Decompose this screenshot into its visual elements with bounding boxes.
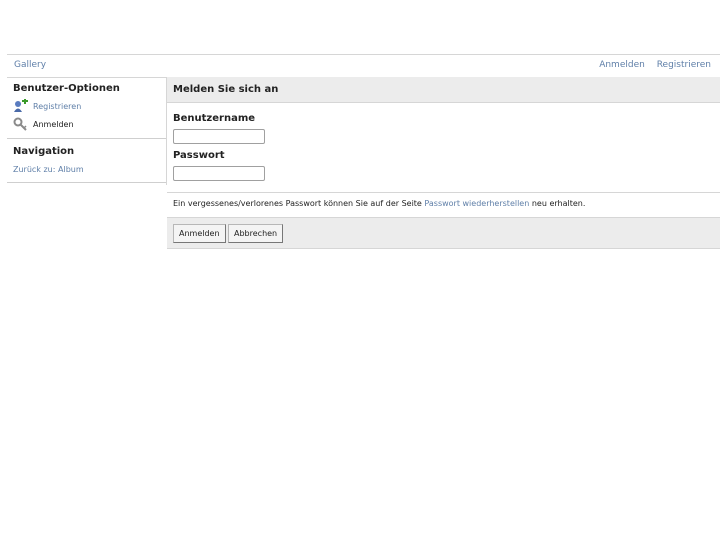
username-input[interactable]: [173, 129, 265, 144]
user-add-icon: [13, 98, 29, 113]
form-actions: Anmelden Abbrechen: [167, 217, 720, 249]
note-suffix: neu erhalten.: [531, 199, 586, 208]
login-panel-header: Melden Sie sich an: [167, 77, 720, 103]
login-button[interactable]: Anmelden: [173, 224, 226, 243]
user-options-title: Benutzer-Optionen: [13, 83, 120, 94]
username-label: Benutzername: [173, 113, 256, 124]
login-form: Benutzername Passwort: [167, 103, 720, 192]
page-title: Melden Sie sich an: [173, 84, 279, 95]
cancel-button[interactable]: Abbrechen: [228, 224, 284, 243]
note-prefix: Ein vergessenes/verlorenes Passwort könn…: [173, 199, 422, 208]
key-icon: [13, 117, 29, 131]
sidebar-login-link[interactable]: Anmelden: [33, 120, 74, 129]
sidebar-register-link[interactable]: Registrieren: [33, 102, 81, 111]
recover-password-link[interactable]: Passwort wiederherstellen: [424, 199, 529, 208]
top-register-link[interactable]: Registrieren: [657, 60, 711, 70]
top-bar: Gallery Anmelden Registrieren: [7, 54, 720, 78]
password-recovery-note: Ein vergessenes/verlorenes Passwort könn…: [167, 192, 720, 217]
sidebar: Benutzer-Optionen Registrieren Anmelden …: [7, 77, 166, 183]
top-links: Anmelden Registrieren: [590, 60, 711, 70]
password-label: Passwort: [173, 150, 225, 161]
password-input[interactable]: [173, 166, 265, 181]
gallery-home-link[interactable]: Gallery: [14, 60, 46, 70]
navigation-title: Navigation: [13, 146, 75, 157]
navigation-block: Navigation Zurück zu: Album: [7, 139, 166, 183]
sidebar-item-login[interactable]: Anmelden: [13, 115, 160, 133]
user-options-block: Benutzer-Optionen Registrieren Anmelden: [7, 77, 166, 139]
sidebar-item-register[interactable]: Registrieren: [13, 97, 160, 115]
back-to-album-link[interactable]: Zurück zu: Album: [13, 165, 160, 174]
top-login-link[interactable]: Anmelden: [599, 60, 645, 70]
main-content: Melden Sie sich an Benutzername Passwort…: [167, 77, 720, 249]
